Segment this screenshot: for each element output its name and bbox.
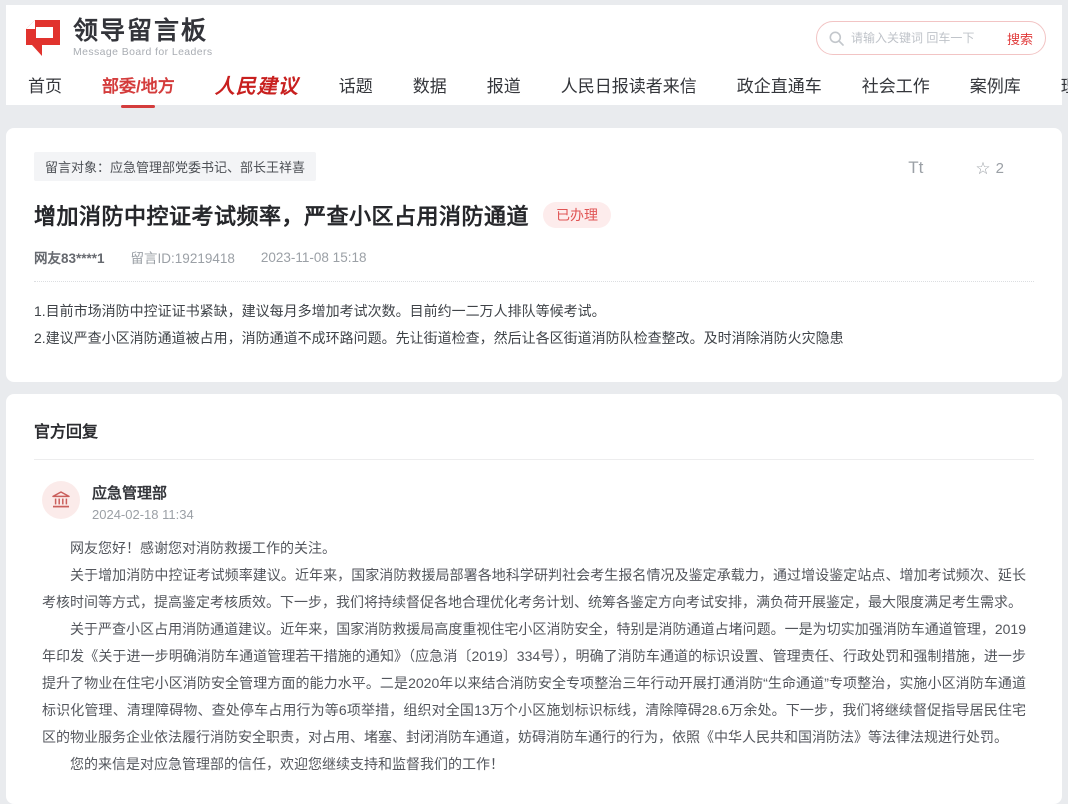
nav-item-ministries-local[interactable]: 部委/地方 (102, 72, 175, 97)
search-button[interactable]: 搜索 (1007, 29, 1033, 48)
nav-item-theory[interactable]: 理论 (1061, 72, 1068, 97)
divider (34, 459, 1034, 460)
search-icon (829, 31, 844, 46)
logo-title: 领导留言板 (73, 18, 213, 44)
nav-item-reader-letters[interactable]: 人民日报读者来信 (561, 72, 697, 97)
favorite-button[interactable]: ☆ 2 (975, 160, 1004, 177)
logo-speech-bubble-icon (22, 18, 64, 58)
nav-item-reports[interactable]: 报道 (487, 72, 521, 97)
message-author: 网友83****1 (34, 247, 105, 267)
reply-section-title: 官方回复 (34, 418, 1034, 442)
message-target-tag: 留言对象：应急管理部党委书记、部长王祥喜 (34, 152, 316, 181)
official-reply-card: 官方回复 应急管理部 2024-02-18 11:34 网友您好！感谢您对消防救… (6, 394, 1062, 804)
page: 领导留言板 Message Board for Leaders 搜索 首页 部委… (0, 0, 1068, 804)
main-nav: 首页 部委/地方 人民建议 话题 数据 报道 人民日报读者来信 政企直通车 社会… (22, 63, 1046, 105)
search-box: 搜索 (816, 21, 1046, 55)
font-size-toggle-button[interactable]: Tt (908, 158, 923, 178)
reply-body: 网友您好！感谢您对消防救援工作的关注。 关于增加消防中控证考试频率建议。近年来，… (34, 535, 1034, 778)
star-icon: ☆ (975, 160, 990, 177)
reply-paragraph: 您的来信是对应急管理部的信任，欢迎您继续支持和监督我们的工作！ (42, 751, 1026, 778)
message-body: 1.目前市场消防中控证证书紧缺，建议每月多增加考试次数。目前约一二万人排队等候考… (34, 298, 1034, 352)
nav-item-social-work[interactable]: 社会工作 (862, 72, 930, 97)
nav-item-peoples-suggestions[interactable]: 人民建议 (215, 70, 299, 99)
nav-item-home[interactable]: 首页 (28, 72, 62, 97)
avatar (42, 481, 80, 519)
message-timestamp: 2023-11-08 15:18 (261, 250, 367, 265)
message-card: 留言对象：应急管理部党委书记、部长王祥喜 Tt ☆ 2 增加消防中控证考试频率，… (6, 128, 1062, 382)
logo-subtitle: Message Board for Leaders (73, 46, 213, 58)
message-paragraph: 2.建议严查小区消防通道被占用，消防通道不成环路问题。先让街道检查，然后让各区街… (34, 325, 1034, 352)
nav-item-topics[interactable]: 话题 (339, 72, 373, 97)
favorite-count: 2 (996, 160, 1004, 177)
reply-org-name: 应急管理部 (92, 481, 194, 503)
message-id: 留言ID:19219418 (131, 247, 235, 267)
reply-paragraph: 关于严查小区占用消防通道建议。近年来，国家消防救援局高度重视住宅小区消防安全，特… (42, 616, 1026, 751)
nav-item-data[interactable]: 数据 (413, 72, 447, 97)
reply-timestamp: 2024-02-18 11:34 (92, 507, 194, 522)
search-input[interactable] (851, 31, 1007, 45)
nav-item-gov-enterprise[interactable]: 政企直通车 (737, 72, 822, 97)
message-paragraph: 1.目前市场消防中控证证书紧缺，建议每月多增加考试次数。目前约一二万人排队等候考… (34, 298, 1034, 325)
government-building-icon (51, 490, 71, 510)
site-header: 领导留言板 Message Board for Leaders 搜索 首页 部委… (6, 5, 1062, 105)
reply-paragraph: 关于增加消防中控证考试频率建议。近年来，国家消防救援局部署各地科学研判社会考生报… (42, 562, 1026, 616)
site-logo[interactable]: 领导留言板 Message Board for Leaders (22, 18, 213, 58)
reply-paragraph: 网友您好！感谢您对消防救援工作的关注。 (42, 535, 1026, 562)
nav-item-case-library[interactable]: 案例库 (970, 72, 1021, 97)
status-badge: 已办理 (543, 202, 611, 228)
message-title: 增加消防中控证考试频率，严查小区占用消防通道 (34, 199, 529, 231)
